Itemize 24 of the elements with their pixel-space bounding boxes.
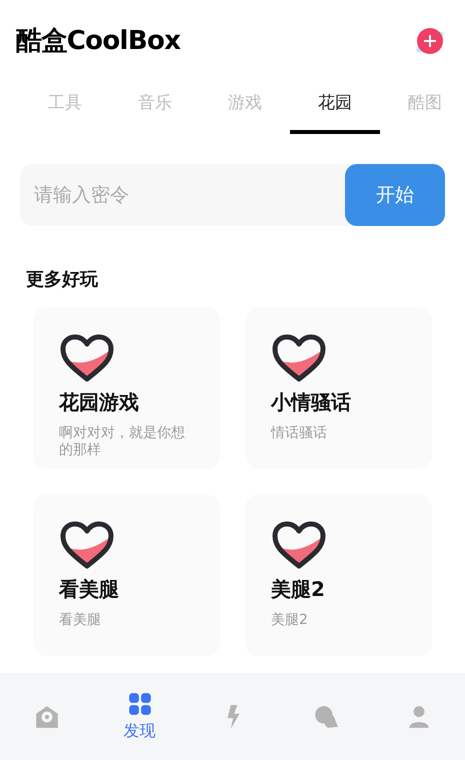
heart-icon: [59, 333, 115, 383]
feature-card[interactable]: 看美腿 看美腿: [33, 494, 220, 656]
feature-card[interactable]: 花园游戏 啊对对对，就是你想的那样: [33, 307, 220, 469]
chat-icon: [312, 704, 338, 730]
app-logo: 酷盒CoolBox: [16, 24, 180, 58]
section-title: 更多好玩: [26, 268, 99, 292]
card-subtitle: 情话骚话: [271, 425, 328, 442]
nav-item[interactable]: 发现: [110, 690, 170, 742]
start-button[interactable]: 开始: [345, 164, 445, 226]
home-icon: [34, 704, 60, 730]
heart-icon: [59, 520, 115, 570]
heart-icon: [271, 333, 327, 383]
tab[interactable]: 花园: [290, 80, 380, 134]
card-title: 美腿2: [271, 576, 326, 603]
feature-card[interactable]: 美腿2 美腿2: [245, 494, 432, 656]
feature-card[interactable]: 小情骚话 情话骚话: [245, 307, 432, 469]
card-subtitle: 啊对对对，就是你想的那样: [59, 425, 186, 459]
heart-icon: [271, 520, 327, 570]
card-title: 花园游戏: [59, 389, 140, 416]
card-subtitle: 美腿2: [271, 612, 309, 629]
card-title: 小情骚话: [271, 389, 352, 416]
card-title: 看美腿: [59, 576, 120, 603]
grid-icon: [126, 690, 152, 716]
card-subtitle: 看美腿: [59, 612, 102, 629]
